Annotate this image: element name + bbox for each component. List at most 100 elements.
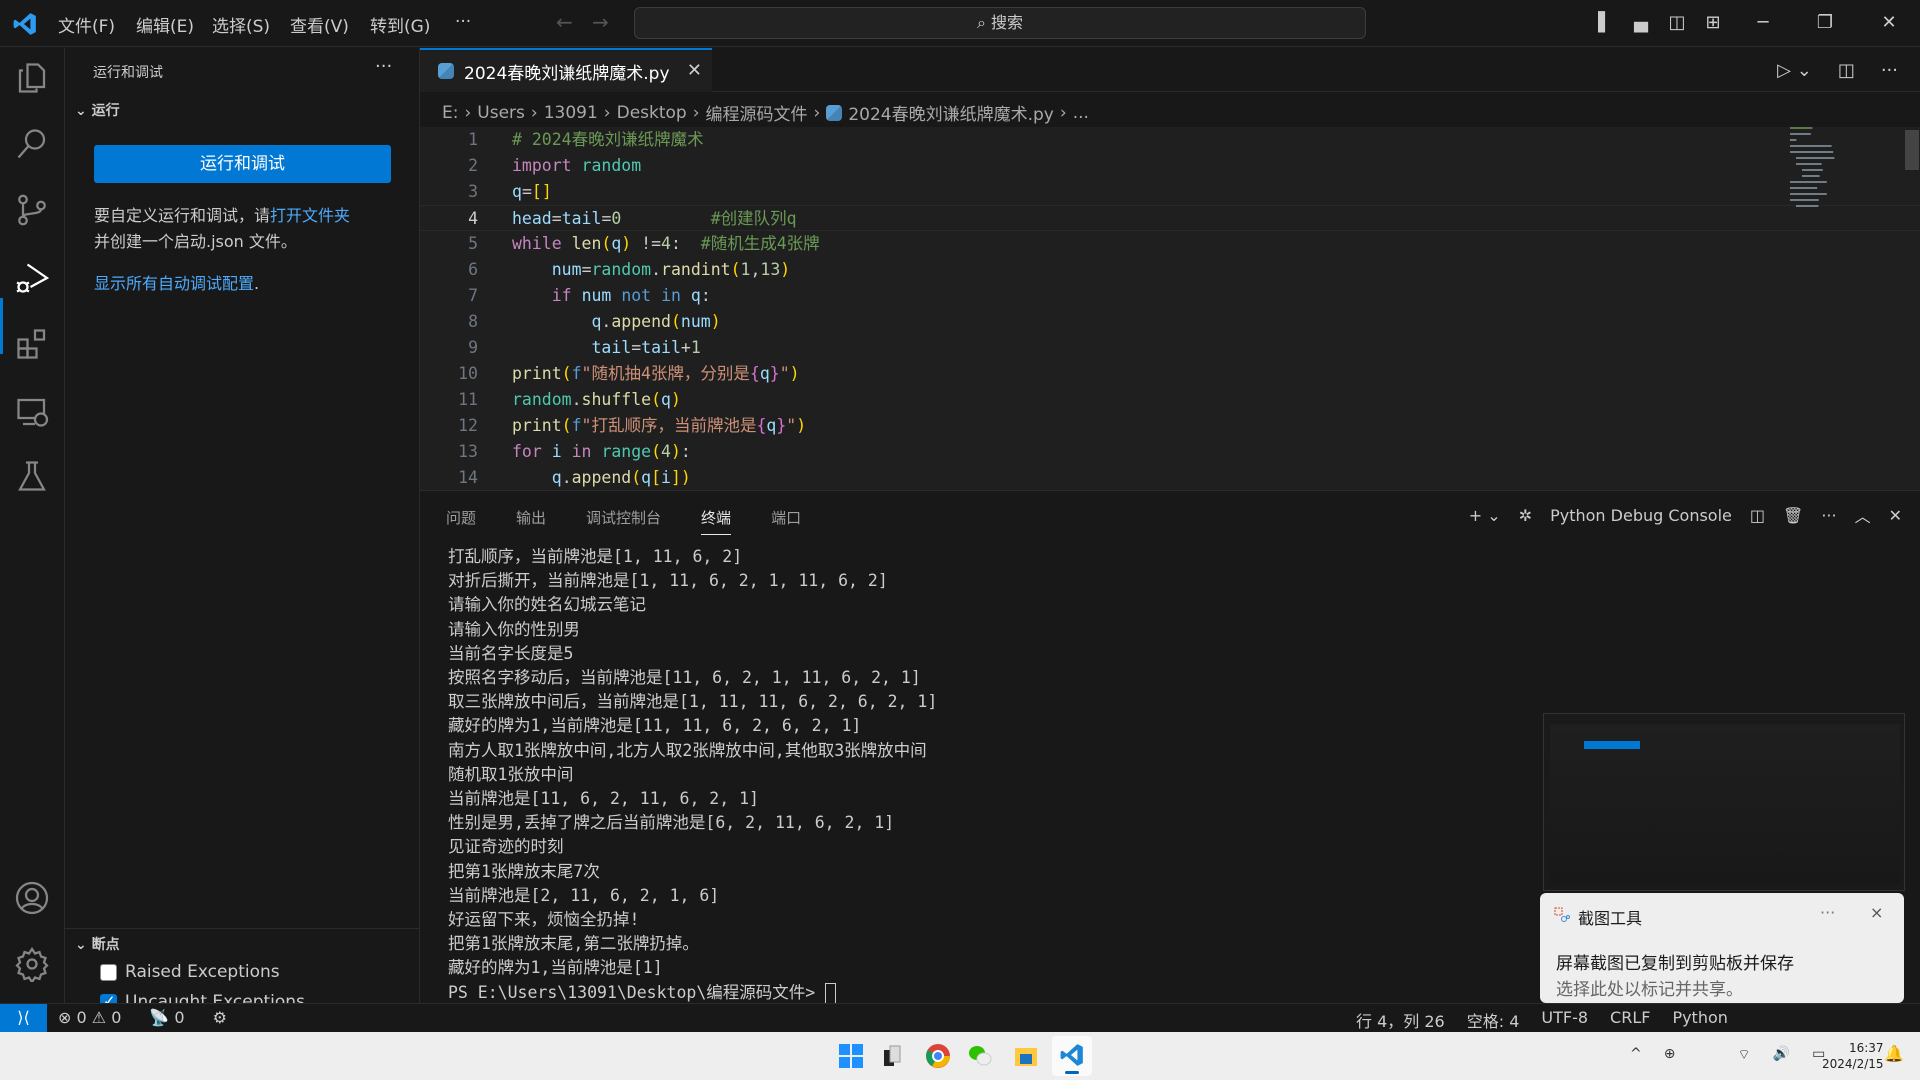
close-icon[interactable]: ✕: [1878, 12, 1900, 34]
maximize-panel-icon[interactable]: ︿: [1855, 503, 1871, 527]
toggle-secondary-sidebar-icon[interactable]: ◫: [1666, 12, 1688, 34]
tab-terminal[interactable]: 终端: [701, 507, 732, 535]
encoding[interactable]: UTF-8: [1541, 1008, 1588, 1032]
breakpoints-section-header[interactable]: ⌄ 断点: [75, 934, 120, 954]
terminal-prompt[interactable]: PS E:\Users\13091\Desktop\编程源码文件>: [448, 981, 937, 1005]
forward-arrow-icon[interactable]: →: [592, 10, 609, 34]
minimap[interactable]: [1790, 127, 1870, 302]
split-terminal-icon[interactable]: ◫: [1750, 506, 1765, 525]
tab-debug-console[interactable]: 调试控制台: [586, 507, 661, 535]
more-icon[interactable]: ···: [1821, 506, 1836, 525]
code-line[interactable]: 3 q=[]: [420, 179, 1920, 205]
wechat-icon[interactable]: [964, 1040, 996, 1072]
code-line[interactable]: 2 import random: [420, 153, 1920, 179]
manage-gear-icon[interactable]: [14, 946, 50, 982]
close-tab-icon[interactable]: ✕: [687, 60, 702, 81]
command-center-search[interactable]: ⌕ 搜索: [634, 7, 1366, 39]
volume-icon[interactable]: 🔊: [1773, 1046, 1790, 1064]
menu-file[interactable]: 文件(F): [58, 12, 115, 37]
source-control-icon[interactable]: [14, 192, 50, 228]
code-line[interactable]: 5 while len(q) !=4: #随机生成4张牌: [420, 231, 1920, 257]
code-line[interactable]: 12 print(f"打乱顺序，当前牌池是{q}"): [420, 413, 1920, 439]
menu-selection[interactable]: 选择(S): [212, 12, 270, 37]
toast-close-icon[interactable]: ×: [1870, 903, 1883, 922]
trash-icon[interactable]: 🗑: [1783, 506, 1803, 525]
code-line[interactable]: 8 q.append(num): [420, 309, 1920, 335]
run-section-header[interactable]: ⌄ 运行: [75, 100, 120, 120]
indentation[interactable]: 空格: 4: [1467, 1008, 1520, 1032]
menu-edit[interactable]: 编辑(E): [136, 12, 194, 37]
breadcrumb-item[interactable]: ...: [1073, 103, 1089, 123]
restore-icon[interactable]: ❐: [1814, 12, 1836, 34]
clock[interactable]: 16:37 2024/2/15: [1822, 1040, 1884, 1072]
menu-view[interactable]: 查看(V): [290, 12, 349, 37]
remote-explorer-icon[interactable]: [14, 394, 50, 430]
code-line[interactable]: 10 print(f"随机抽4张牌，分别是{q}"): [420, 361, 1920, 387]
menu-go[interactable]: 转到(G): [370, 12, 430, 37]
toggle-primary-sidebar-icon[interactable]: ▌: [1594, 12, 1616, 34]
terminal-output[interactable]: 打乱顺序，当前牌池是[1, 11, 6, 2] 对折后撕开，当前牌池是[1, 11…: [448, 545, 937, 1005]
vscode-taskbar-active[interactable]: [1052, 1036, 1092, 1076]
code-line[interactable]: 6 num=random.randint(1,13): [420, 257, 1920, 283]
cursor-position[interactable]: 行 4，列 26: [1356, 1008, 1445, 1032]
checkbox[interactable]: [100, 963, 117, 981]
tab-output[interactable]: 输出: [516, 507, 546, 535]
code-line[interactable]: 13 for i in range(4):: [420, 439, 1920, 465]
debug-status-icon[interactable]: ⚙: [213, 1008, 227, 1027]
notification-bell-icon[interactable]: 🔔: [1884, 1044, 1904, 1063]
open-folder-link[interactable]: 打开文件夹: [270, 206, 350, 225]
back-arrow-icon[interactable]: ←: [556, 10, 573, 34]
code-editor[interactable]: 1 # 2024春晚刘谦纸牌魔术 2 import random 3 q=[] 4 head=…: [420, 127, 1920, 490]
toast-more-icon[interactable]: ···: [1820, 903, 1835, 922]
task-view-icon[interactable]: [876, 1040, 908, 1072]
file-explorer-icon[interactable]: [1010, 1040, 1042, 1072]
start-icon[interactable]: [835, 1040, 867, 1072]
show-all-label[interactable]: 显示所有自动调试配置: [94, 274, 254, 293]
breadcrumb-item[interactable]: 编程源码文件: [706, 100, 808, 125]
run-debug-icon[interactable]: [14, 260, 50, 296]
breadcrumb-item[interactable]: 2024春晚刘谦纸牌魔术.py: [848, 100, 1054, 125]
customize-layout-icon[interactable]: ⊞: [1702, 12, 1724, 34]
code-line[interactable]: 4 head=tail=0 #创建队列q: [420, 205, 1920, 231]
breadcrumb-item[interactable]: E:: [442, 103, 458, 123]
new-terminal-icon[interactable]: + ⌄: [1469, 506, 1501, 525]
snipping-tool-notification[interactable]: 截图工具 ··· × 屏幕截图已复制到剪贴板并保存 选择此处以标记并共享。: [1540, 893, 1904, 1003]
remote-indicator-icon[interactable]: ⟩⟨: [0, 1004, 47, 1033]
show-hidden-icons-icon[interactable]: ^: [1630, 1046, 1642, 1064]
terminal-name[interactable]: Python Debug Console: [1550, 506, 1732, 525]
wifi-icon[interactable]: ⌔: [1737, 1046, 1750, 1064]
ime-icon[interactable]: ⊕: [1664, 1046, 1676, 1064]
testing-icon[interactable]: [14, 458, 50, 494]
tab-active-file[interactable]: 2024春晚刘谦纸牌魔术.py ✕: [420, 48, 712, 92]
end-of-line[interactable]: CRLF: [1610, 1008, 1650, 1032]
screenshot-preview-thumbnail[interactable]: [1543, 713, 1905, 891]
sidebar-more-icon[interactable]: ···: [375, 56, 392, 77]
chrome-icon[interactable]: [922, 1040, 954, 1072]
close-panel-icon[interactable]: ✕: [1889, 506, 1902, 525]
split-editor-icon[interactable]: ◫: [1838, 60, 1855, 81]
code-line[interactable]: 7 if num not in q:: [420, 283, 1920, 309]
menu-more[interactable]: ···: [455, 12, 471, 32]
explorer-icon[interactable]: [14, 60, 50, 96]
breadcrumb-item[interactable]: 13091: [544, 103, 598, 123]
code-line[interactable]: 11 random.shuffle(q): [420, 387, 1920, 413]
run-python-file-icon[interactable]: ▷ ⌄: [1777, 60, 1812, 81]
run-and-debug-button[interactable]: 运行和调试: [94, 145, 391, 183]
problems-status[interactable]: ⊗ 0 ⚠ 0: [58, 1008, 121, 1027]
minimize-icon[interactable]: ─: [1752, 12, 1774, 34]
tab-ports[interactable]: 端口: [771, 507, 801, 535]
show-all-configs-link[interactable]: 显示所有自动调试配置.: [94, 270, 259, 294]
accounts-icon[interactable]: [14, 880, 50, 916]
ports-status[interactable]: 📡 0: [149, 1008, 184, 1027]
toggle-panel-icon[interactable]: ▄: [1630, 12, 1652, 34]
more-actions-icon[interactable]: ···: [1881, 60, 1898, 81]
code-line[interactable]: 14 q.append(q[i]): [420, 465, 1920, 490]
breadcrumb-item[interactable]: Desktop: [617, 103, 687, 123]
extensions-icon[interactable]: [14, 326, 50, 362]
tab-problems[interactable]: 问题: [446, 507, 476, 535]
code-line[interactable]: 9 tail=tail+1: [420, 335, 1920, 361]
editor-scrollbar[interactable]: [1905, 130, 1919, 170]
search-icon[interactable]: [14, 126, 50, 162]
breadcrumb-item[interactable]: Users: [477, 103, 525, 123]
language-mode[interactable]: Python: [1672, 1008, 1727, 1032]
